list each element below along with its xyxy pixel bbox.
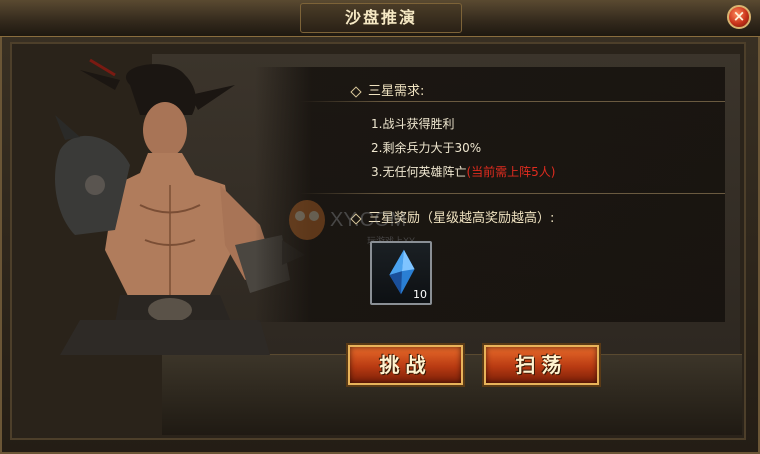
rewards-divider (300, 193, 725, 194)
reward-item-slot[interactable]: 10 (370, 241, 432, 305)
requirement-item-3: 3.无任何英雄阵亡(当前需上阵5人) (371, 163, 555, 180)
dialog-title: 沙盘推演 (300, 3, 462, 33)
requirement-item-3-text: 3.无任何英雄阵亡 (371, 165, 467, 179)
requirement-item-2: 2.剩余兵力大于30% (371, 141, 482, 155)
sweep-button[interactable]: 扫荡 (484, 345, 599, 385)
close-button[interactable]: × (727, 5, 751, 29)
requirements-divider (300, 101, 725, 102)
requirement-item-1: 1.战斗获得胜利 (371, 117, 455, 131)
watermark-text: XY.COM (330, 209, 406, 231)
title-bar: 沙盘推演 × (0, 0, 760, 37)
challenge-button[interactable]: 挑战 (348, 345, 463, 385)
requirements-heading: 三星需求: (350, 80, 424, 99)
requirement-item-3-note: (当前需上阵5人) (466, 165, 556, 179)
diamond-bullet-icon (350, 85, 362, 98)
info-panel (255, 67, 725, 322)
reward-item-count: 10 (413, 288, 427, 301)
